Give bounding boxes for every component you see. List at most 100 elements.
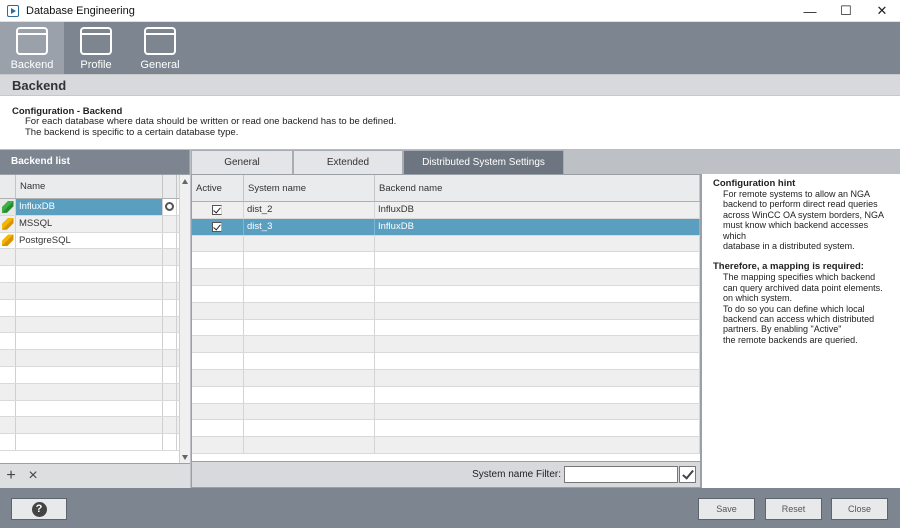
hint-text: To do so you can define which local xyxy=(723,303,865,314)
system-name-filter-input[interactable] xyxy=(564,466,678,483)
active-checkbox[interactable] xyxy=(212,205,222,215)
app-icon xyxy=(7,4,19,17)
tab-general-settings[interactable]: General Settings xyxy=(191,150,293,191)
backend-list-title: Backend list xyxy=(0,150,189,174)
backend-name: PostgreSQL xyxy=(16,232,163,249)
list-item[interactable] xyxy=(0,249,190,267)
description-line: For each database where data should be w… xyxy=(25,116,397,127)
backend-name: InfluxDB xyxy=(16,199,163,215)
nav-backend-button[interactable]: Backend xyxy=(0,22,64,74)
nav-profile-label: Profile xyxy=(80,59,112,71)
configuration-hint-panel: Configuration hint For remote systems to… xyxy=(701,174,900,488)
table-row[interactable] xyxy=(192,285,700,303)
list-item[interactable] xyxy=(0,400,190,418)
backend-row-influxdb[interactable]: InfluxDB xyxy=(0,199,190,216)
list-item[interactable] xyxy=(0,417,190,435)
column-active-header[interactable]: Active xyxy=(192,175,244,201)
table-row[interactable] xyxy=(192,269,700,286)
tab-distributed-system-settings[interactable]: Distributed System Settings xyxy=(403,150,564,174)
close-button[interactable]: Close xyxy=(831,498,888,520)
main-toolbar: Backend Profile General xyxy=(0,22,900,74)
table-row[interactable] xyxy=(192,420,700,438)
column-system-name-header[interactable]: System name xyxy=(244,175,375,201)
title-bar: Database Engineering — ☐ ✕ xyxy=(0,0,900,22)
close-window-button[interactable]: ✕ xyxy=(864,0,900,22)
apply-filter-check-icon[interactable] xyxy=(679,466,696,483)
window-title: Database Engineering xyxy=(26,4,135,17)
minimize-button[interactable]: — xyxy=(792,0,828,22)
hint-text: the remote backends are queried. xyxy=(723,334,858,345)
window-icon xyxy=(80,27,112,55)
table-row[interactable] xyxy=(192,302,700,320)
backend-row-postgresql[interactable]: PostgreSQL xyxy=(0,232,190,250)
table-header: Active System name Backend name xyxy=(192,175,700,202)
active-checkbox[interactable] xyxy=(212,221,222,232)
hint-text: can query archived data point elements. xyxy=(723,282,883,293)
save-button[interactable]: Save xyxy=(698,498,755,520)
table-row[interactable] xyxy=(192,386,700,404)
filter-bar: System name Filter: xyxy=(191,462,701,488)
system-name-cell: dist_3 xyxy=(244,218,375,235)
tab-extended-settings[interactable]: Extended Settings xyxy=(293,150,403,191)
hint-text: backend can access which distributed xyxy=(723,314,875,325)
maximize-button[interactable]: ☐ xyxy=(828,0,864,22)
table-row[interactable] xyxy=(192,403,700,421)
add-icon[interactable]: + xyxy=(4,468,18,484)
list-item[interactable] xyxy=(0,333,190,351)
table-header: Name xyxy=(0,175,190,199)
list-item[interactable] xyxy=(0,366,190,384)
scroll-up-icon[interactable] xyxy=(182,179,188,184)
help-icon: ? xyxy=(31,501,47,517)
table-row[interactable] xyxy=(192,235,700,253)
hint-text: across WinCC OA system borders, NGA xyxy=(723,209,885,220)
nav-general-button[interactable]: General xyxy=(128,22,192,74)
system-name-cell: dist_2 xyxy=(244,202,375,218)
window-icon xyxy=(144,27,176,55)
list-item[interactable] xyxy=(0,299,190,317)
table-row[interactable] xyxy=(192,369,700,387)
mapping-rows: dist_2 InfluxDB dist_3 InfluxDB xyxy=(192,202,700,454)
settings-icon[interactable] xyxy=(165,202,174,212)
table-row[interactable] xyxy=(192,319,700,337)
backend-row-mssql[interactable]: MSSQL xyxy=(0,215,190,233)
table-row[interactable] xyxy=(192,437,700,454)
list-item[interactable] xyxy=(0,383,190,401)
list-item[interactable] xyxy=(0,350,190,367)
backend-list-table: Name InfluxDB MSSQL PostgreSQL xyxy=(0,174,190,464)
table-row[interactable] xyxy=(192,353,700,370)
nav-profile-button[interactable]: Profile xyxy=(64,22,128,74)
table-row[interactable]: dist_2 InfluxDB xyxy=(192,202,700,219)
scroll-down-icon[interactable] xyxy=(182,455,188,460)
list-item[interactable] xyxy=(0,316,190,334)
backend-rows: InfluxDB MSSQL PostgreSQL xyxy=(0,199,190,451)
window-icon xyxy=(16,27,48,55)
help-button[interactable]: ? xyxy=(11,498,67,520)
hint-text: on which system. xyxy=(723,293,793,304)
window-controls: — ☐ ✕ xyxy=(792,0,900,22)
backend-name-cell: InfluxDB xyxy=(375,218,700,235)
vertical-scrollbar[interactable] xyxy=(179,175,190,464)
list-item[interactable] xyxy=(0,282,190,300)
hint-text: database in a distributed system. xyxy=(723,241,855,252)
table-row[interactable]: dist_3 InfluxDB xyxy=(192,218,700,236)
list-item[interactable] xyxy=(0,434,190,451)
backend-list-toolbar: + × xyxy=(0,463,190,488)
column-name-header[interactable]: Name xyxy=(16,175,163,198)
reset-button[interactable]: Reset xyxy=(765,498,822,520)
yellow-plug-icon xyxy=(1,234,14,247)
remove-icon[interactable]: × xyxy=(26,468,40,484)
column-backend-name-header[interactable]: Backend name xyxy=(375,175,700,201)
nav-general-label: General xyxy=(140,59,180,71)
hint-text: backend to perform direct read queries xyxy=(723,199,878,210)
table-row[interactable] xyxy=(192,252,700,270)
table-row[interactable] xyxy=(192,336,700,354)
yellow-plug-icon xyxy=(1,217,14,230)
description-line: The backend is specific to a certain dat… xyxy=(25,126,239,138)
backend-name: MSSQL xyxy=(16,215,163,232)
hint-text: partners. By enabling "Active" xyxy=(723,324,842,335)
backend-list-panel: Backend list Name InfluxDB MSSQL Postgre… xyxy=(0,150,190,488)
hint-text: The mapping specifies which backend xyxy=(723,272,876,283)
description-panel: Configuration - Backend For each databas… xyxy=(0,96,900,150)
system-mapping-table: Active System name Backend name dist_2 I… xyxy=(191,174,701,462)
list-item[interactable] xyxy=(0,266,190,283)
